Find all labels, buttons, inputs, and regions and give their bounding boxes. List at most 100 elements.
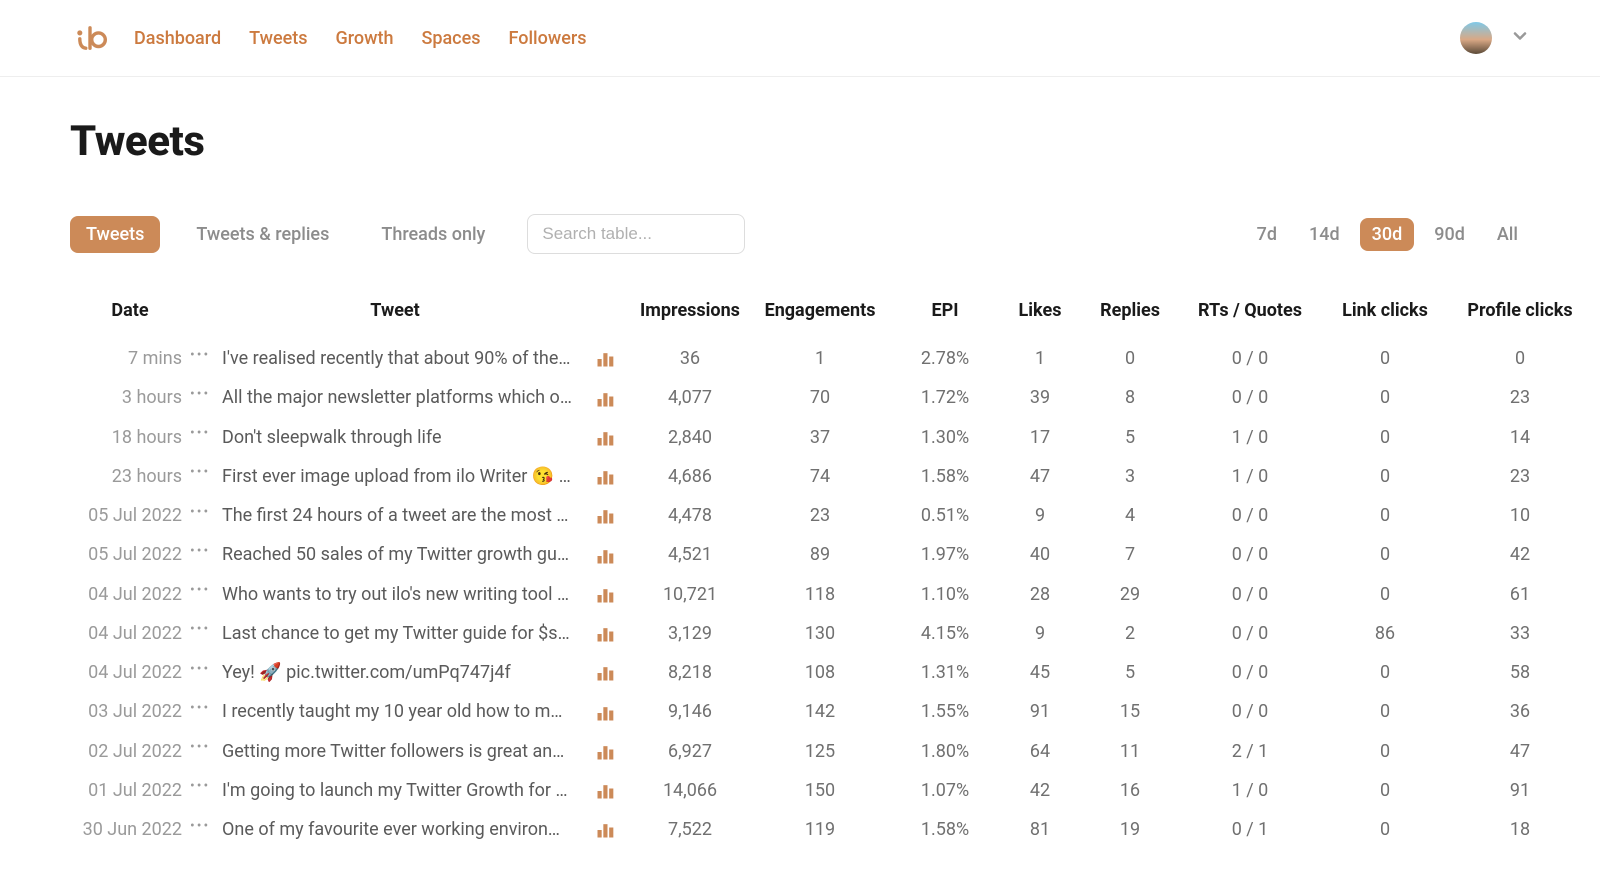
more-icon[interactable]: ••• [190,348,210,362]
range-14d[interactable]: 14d [1297,218,1352,251]
cell-tweet[interactable]: Yey! 🚀 pic.twitter.com/umPq747j4f [210,662,580,683]
cell-tweet[interactable]: Who wants to try out ilo's new writing t… [210,584,580,605]
tab-tweets-replies[interactable]: Tweets & replies [180,216,345,253]
table-row[interactable]: 04 Jul 2022 ••• Last chance to get my Tw… [70,614,1530,653]
cell-profile-clicks: 33 [1450,623,1590,644]
search-input[interactable] [527,214,745,254]
nav-tweets[interactable]: Tweets [249,28,307,49]
nav-spaces[interactable]: Spaces [421,28,480,49]
more-icon[interactable]: ••• [190,819,210,833]
cell-replies: 5 [1080,427,1180,448]
range-7d[interactable]: 7d [1245,218,1289,251]
bar-chart-icon[interactable] [580,387,630,408]
chevron-down-icon[interactable] [1510,26,1530,51]
more-icon[interactable]: ••• [190,701,210,715]
tab-tweets[interactable]: Tweets [70,216,160,253]
bar-chart-icon[interactable] [580,427,630,448]
cell-engagements: 150 [750,780,890,801]
bar-chart-icon[interactable] [580,348,630,369]
cell-rts: 1 / 0 [1180,427,1320,448]
table-row[interactable]: 18 hours ••• Don't sleepwalk through lif… [70,418,1530,457]
col-link-clicks[interactable]: Link clicks [1320,300,1450,321]
cell-tweet[interactable]: The first 24 hours of a tweet are the mo… [210,505,580,526]
bar-chart-icon[interactable] [580,662,630,683]
cell-impressions: 9,146 [630,701,750,722]
bar-chart-icon[interactable] [580,741,630,762]
cell-tweet[interactable]: Reached 50 sales of my Twitter growth gu… [210,544,580,565]
table-row[interactable]: 04 Jul 2022 ••• Yey! 🚀 pic.twitter.com/u… [70,653,1530,692]
more-icon[interactable]: ••• [190,740,210,754]
cell-tweet[interactable]: First ever image upload from ilo Writer … [210,466,580,487]
range-90d[interactable]: 90d [1422,218,1477,251]
cell-likes: 40 [1000,544,1080,565]
cell-date: 04 Jul 2022 [70,662,190,683]
logo[interactable] [70,18,110,58]
col-date[interactable]: Date [70,300,190,321]
cell-tweet[interactable]: I'm going to launch my Twitter Growth fo… [210,780,580,801]
table-row[interactable]: 05 Jul 2022 ••• Reached 50 sales of my T… [70,535,1530,574]
cell-tweet[interactable]: All the major newsletter platforms which… [210,387,580,408]
cell-tweet[interactable]: Getting more Twitter followers is great … [210,741,580,762]
bar-chart-icon[interactable] [580,466,630,487]
cell-engagements: 118 [750,584,890,605]
more-icon[interactable]: ••• [190,426,210,440]
table-row[interactable]: 3 hours ••• All the major newsletter pla… [70,378,1530,417]
cell-profile-clicks: 91 [1450,780,1590,801]
cell-impressions: 2,840 [630,427,750,448]
nav-dashboard[interactable]: Dashboard [134,28,221,49]
col-engagements[interactable]: Engagements [750,300,890,321]
cell-tweet[interactable]: Don't sleepwalk through life [210,427,580,448]
col-replies[interactable]: Replies [1080,300,1180,321]
cell-date: 30 Jun 2022 [70,819,190,840]
cell-tweet[interactable]: One of my favourite ever working environ… [210,819,580,840]
more-icon[interactable]: ••• [190,622,210,636]
more-icon[interactable]: ••• [190,387,210,401]
more-icon[interactable]: ••• [190,583,210,597]
bar-chart-icon[interactable] [580,701,630,722]
nav-followers[interactable]: Followers [509,28,587,49]
table-row[interactable]: 03 Jul 2022 ••• I recently taught my 10 … [70,692,1530,731]
bar-chart-icon[interactable] [580,544,630,565]
more-icon[interactable]: ••• [190,505,210,519]
table-row[interactable]: 7 mins ••• I've realised recently that a… [70,339,1530,378]
cell-engagements: 37 [750,427,890,448]
cell-profile-clicks: 47 [1450,741,1590,762]
more-icon[interactable]: ••• [190,544,210,558]
page-title: Tweets [70,117,1530,166]
col-epi[interactable]: EPI [890,300,1000,321]
topbar-right [1460,22,1530,54]
bar-chart-icon[interactable] [580,780,630,801]
cell-rts: 1 / 0 [1180,466,1320,487]
table-row[interactable]: 05 Jul 2022 ••• The first 24 hours of a … [70,496,1530,535]
cell-epi: 0.51% [890,505,1000,526]
controls-row: Tweets Tweets & replies Threads only 7d … [70,214,1530,254]
cell-tweet[interactable]: Last chance to get my Twitter guide for … [210,623,580,644]
col-likes[interactable]: Likes [1000,300,1080,321]
more-icon[interactable]: ••• [190,779,210,793]
bar-chart-icon[interactable] [580,623,630,644]
avatar[interactable] [1460,22,1492,54]
col-tweet[interactable]: Tweet [210,300,580,321]
more-icon[interactable]: ••• [190,465,210,479]
cell-epi: 1.97% [890,544,1000,565]
cell-tweet[interactable]: I recently taught my 10 year old how to … [210,701,580,722]
tab-threads-only[interactable]: Threads only [365,216,501,253]
table-row[interactable]: 23 hours ••• First ever image upload fro… [70,457,1530,496]
table-header: Date Tweet Impressions Engagements EPI L… [70,290,1530,339]
bar-chart-icon[interactable] [580,819,630,840]
col-rts-quotes[interactable]: RTs / Quotes [1180,300,1320,321]
more-icon[interactable]: ••• [190,662,210,676]
range-all[interactable]: All [1485,218,1530,251]
cell-epi: 1.07% [890,780,1000,801]
col-impressions[interactable]: Impressions [630,300,750,321]
table-row[interactable]: 04 Jul 2022 ••• Who wants to try out ilo… [70,575,1530,614]
bar-chart-icon[interactable] [580,584,630,605]
col-profile-clicks[interactable]: Profile clicks [1450,300,1590,321]
table-row[interactable]: 01 Jul 2022 ••• I'm going to launch my T… [70,771,1530,810]
nav-growth[interactable]: Growth [336,28,394,49]
cell-tweet[interactable]: I've realised recently that about 90% of… [210,348,580,369]
table-row[interactable]: 30 Jun 2022 ••• One of my favourite ever… [70,810,1530,849]
bar-chart-icon[interactable] [580,505,630,526]
range-30d[interactable]: 30d [1360,218,1415,251]
table-row[interactable]: 02 Jul 2022 ••• Getting more Twitter fol… [70,732,1530,771]
